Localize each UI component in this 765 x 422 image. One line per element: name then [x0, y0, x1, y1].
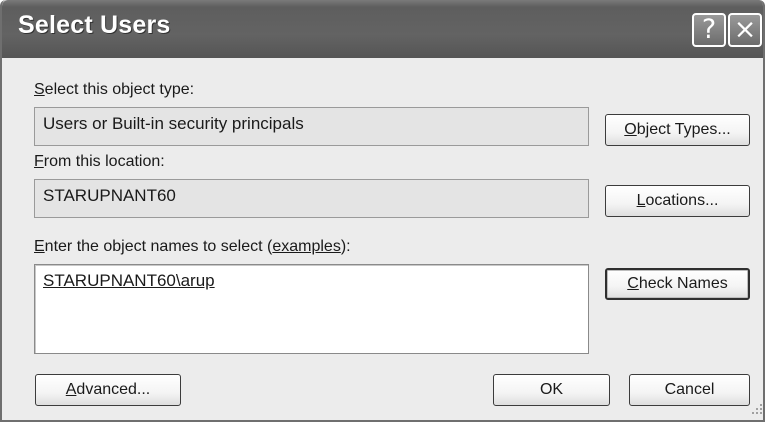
examples-link[interactable]: examples [272, 238, 340, 255]
help-button[interactable]: ? [692, 13, 726, 47]
close-button[interactable]: × [728, 13, 762, 47]
check-names-button[interactable]: Check Names [605, 268, 750, 300]
cancel-button[interactable]: Cancel [629, 374, 750, 406]
locations-button[interactable]: Locations... [605, 185, 750, 217]
ok-button[interactable]: OK [493, 374, 610, 406]
select-users-dialog: Select Users ? × Select this object type… [0, 0, 765, 422]
object-type-field: Users or Built-in security principals [34, 107, 589, 146]
object-types-button[interactable]: Object Types... [605, 114, 750, 146]
location-label: From this location: [34, 153, 165, 170]
object-names-label: Enter the object names to select (exampl… [34, 238, 351, 255]
object-names-value: STARUPNANT60\arup [43, 271, 215, 290]
object-type-label: Select this object type: [34, 81, 195, 98]
advanced-button[interactable]: Advanced... [35, 374, 181, 406]
object-names-input[interactable]: STARUPNANT60\arup [34, 264, 589, 354]
dialog-title: Select Users [18, 11, 171, 39]
title-bar[interactable]: Select Users ? × [2, 0, 763, 58]
resize-grip[interactable] [750, 402, 763, 416]
location-field: STARUPNANT60 [34, 179, 589, 218]
